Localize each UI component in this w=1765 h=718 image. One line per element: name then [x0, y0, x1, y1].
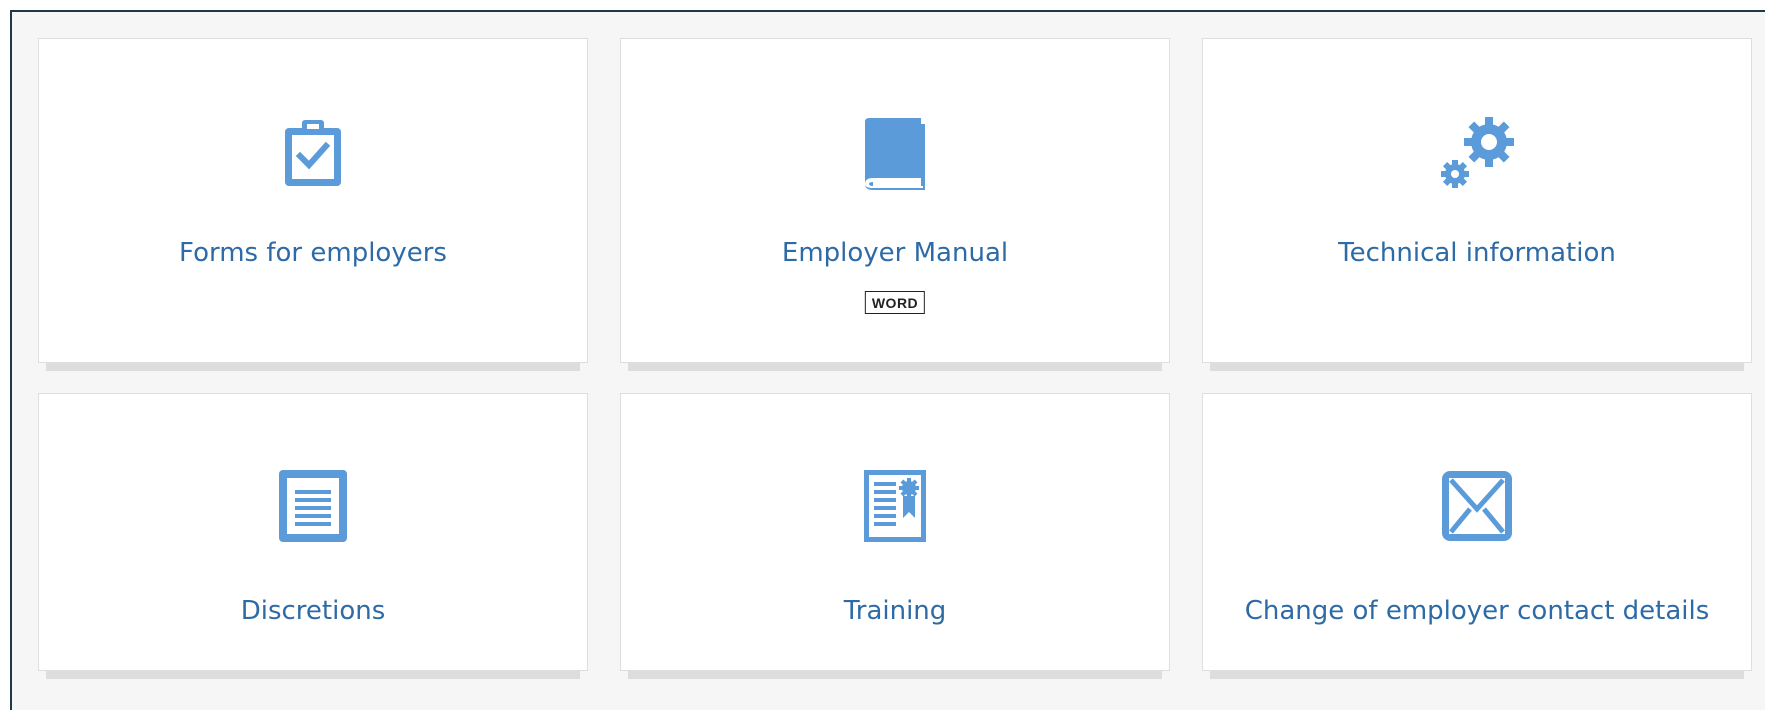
tile-label: Discretions: [240, 596, 386, 626]
gears-icon: [1437, 114, 1517, 194]
tile-label: Technical information: [1338, 238, 1616, 268]
tile-forms-for-employers[interactable]: Forms for employers: [38, 38, 588, 371]
clipboard-check-icon: [273, 114, 353, 194]
certificate-icon: [855, 466, 935, 546]
tile-label: Change of employer contact details: [1244, 596, 1710, 626]
tile-employer-manual[interactable]: Employer Manual WORD: [620, 38, 1170, 371]
envelope-icon: [1437, 466, 1517, 546]
tile-training[interactable]: Training: [620, 393, 1170, 679]
tile-technical-information[interactable]: Technical information: [1202, 38, 1752, 371]
page-frame: Forms for employers Employer Manual WORD: [10, 10, 1765, 710]
tile-discretions[interactable]: Discretions: [38, 393, 588, 679]
document-lines-icon: [273, 466, 353, 546]
word-document-badge: WORD: [864, 291, 926, 314]
tile-label: Employer Manual: [781, 238, 1009, 268]
book-icon: [855, 114, 935, 194]
tile-change-of-employer-contact-details[interactable]: Change of employer contact details: [1202, 393, 1752, 679]
tile-label: Forms for employers: [179, 238, 447, 268]
tile-label: Training: [843, 596, 947, 626]
tiles-grid: Forms for employers Employer Manual WORD: [38, 38, 1762, 718]
